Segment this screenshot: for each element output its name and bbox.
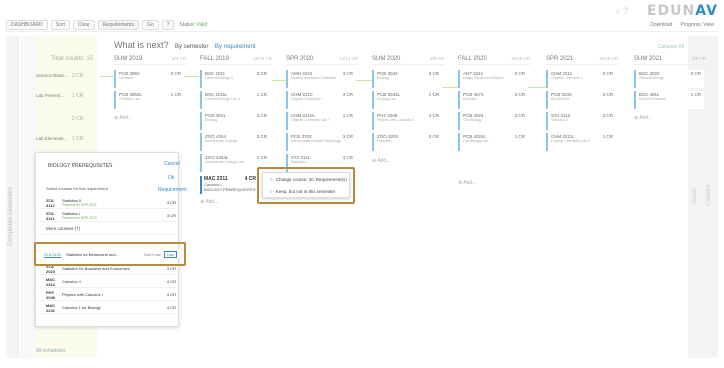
collapse-all-link[interactable]: Collapse All <box>658 44 684 50</box>
course-card[interactable]: PCB 3063 3 CR Genetics <box>114 70 184 88</box>
popup-course-row[interactable]: STA 3111 Statistics I Planned for SPR 202… <box>38 210 178 222</box>
add-course-button[interactable]: ⊕ Add... <box>200 199 218 205</box>
course-card[interactable]: AMH 2042 3 CR Modern American Civilization <box>286 70 356 88</box>
semester-header[interactable]: SPR 2021 16/15 CR <box>546 56 618 65</box>
course-card[interactable]: PCB 3041 3 CR Ecology <box>200 112 270 130</box>
course-card[interactable]: CHM 2210L 1 CR Organic Chemistry Lab I <box>286 112 356 130</box>
course-card[interactable]: PCB 3703 3 CR Intermediate Human Physiolog… <box>286 133 356 151</box>
app-logo: EDUNAV <box>646 3 718 19</box>
course-card[interactable]: BSC 3033 3 CR General Biology <box>634 70 704 88</box>
ok-button[interactable]: Ok <box>168 175 174 181</box>
course-card[interactable]: CHM 2211 3 CR Organic Chemistry II <box>546 70 616 88</box>
popup-course-row[interactable]: PHY 2048 Physics with Calculus I4 CR <box>38 289 178 301</box>
row-credits: 1 CR <box>72 136 84 142</box>
keep-course-menu-item[interactable]: ○ Keep, but not in this semester <box>263 185 349 197</box>
add-course-button[interactable]: ⊕ Add... <box>114 115 132 121</box>
course-card[interactable]: ZOO 4254 3 CR Invertebrate Zoology <box>200 133 270 151</box>
course-card[interactable]: PCB 3043L 1 CR Ecology Lab <box>372 91 442 109</box>
requirements-button[interactable]: Requirements <box>97 20 139 30</box>
course-card[interactable]: BSC 2011L 1 CR General Biology Lab II <box>200 91 270 109</box>
help-button[interactable]: ? <box>161 20 175 30</box>
course-card[interactable]: PCB 4674 3 CR Evolution <box>458 91 528 109</box>
go-button[interactable]: Go <box>141 20 159 30</box>
row-label: Science Basic... <box>36 73 69 78</box>
popup-course-row[interactable]: STA 3112 Statistics II Planned for SPR 20… <box>38 197 178 209</box>
row-credits: 2 CR <box>72 73 84 79</box>
popup-course-row[interactable]: MAC 2241 Calculus 1 for Biology 4 CR <box>38 302 178 314</box>
completed-semesters-label: Completed Semesters <box>8 186 14 246</box>
radio-icon: ○ <box>270 176 273 182</box>
goals-tab[interactable]: Goals <box>692 188 698 204</box>
add-course-button[interactable]: ⊕ Add... <box>372 158 390 164</box>
course-card[interactable]: PHY 2049 4 CR Physics with Calculus II <box>372 112 442 130</box>
use-button[interactable]: Use <box>163 250 177 258</box>
add-course-button[interactable]: ⊕ Add... <box>458 180 476 186</box>
status: Status: Valid <box>179 22 208 28</box>
download-link[interactable]: Download <box>650 22 672 28</box>
progress-link[interactable]: Progress: View <box>680 22 714 28</box>
toolbar: DASHBOARD Sort Clear Requirements Go ? S… <box>6 19 718 32</box>
careers-tab[interactable]: Careers <box>706 185 712 206</box>
semester-header[interactable]: FALL 2019 16/15 CR <box>200 56 272 65</box>
course-card[interactable]: PCB 4024L 1 CR Cell Biology Lab <box>458 133 528 151</box>
all-schedules-link[interactable]: All schedules <box>36 348 65 354</box>
popup-instructions: Select courses for this requirement <box>46 186 108 191</box>
course-card[interactable]: CHM 2211L 1 CR Organic Chemistry Lab II <box>546 133 616 151</box>
cancel-button[interactable]: Cancel <box>164 161 180 167</box>
dashboard-button[interactable]: DASHBOARD <box>6 20 48 30</box>
total-credits: Total credits: 15 <box>50 56 93 62</box>
course-card[interactable]: BSC 2011 3 CR General Biology II <box>200 70 270 88</box>
dont-use-button[interactable]: Don't use <box>144 252 161 257</box>
row-credits: 2 CR <box>72 116 84 122</box>
popup-title: BIOLOGY PREREQUISITES <box>48 163 113 169</box>
course-card-mac2311[interactable]: MAC 2311 4 CR Calculus I BIOLOGY PREREQUI… <box>200 176 256 194</box>
popup-course-row[interactable]: MAC 2312 Calculus II 4 CR <box>38 276 178 288</box>
row-label: Lab Elements... <box>36 136 68 141</box>
course-card[interactable]: PCB 4024 3 CR Cell Biology <box>458 112 528 130</box>
course-context-menu: ○ Change course: 3C Requirement(s) ○ Keep,… <box>262 172 350 198</box>
course-card[interactable]: ANT 3241 3 CR Magic, Ritual and Religion <box>458 70 528 88</box>
page-title: What is next? <box>114 40 169 50</box>
course-card[interactable]: ZOO 3203 3 CR Evolution <box>372 133 442 151</box>
change-course-menu-item[interactable]: ○ Change course: 3C Requirement(s) <box>263 173 349 185</box>
page-header: What is next? By semester By requirement <box>114 40 256 50</box>
row-credits: 1 CR <box>72 93 84 99</box>
semester-header[interactable]: FALL 2020 16/15 CR <box>458 56 530 65</box>
row-label: Lab Present... <box>36 93 65 98</box>
sort-button[interactable]: Sort <box>50 20 70 30</box>
radio-icon: ○ <box>270 188 273 194</box>
tab-by-semester[interactable]: By semester <box>175 44 208 50</box>
course-card[interactable]: PCB 3043 3 CR Ecology <box>372 70 442 88</box>
course-card[interactable]: BSC 4911 1 CR Honors Research <box>634 91 704 109</box>
clear-button[interactable]: Clear <box>72 20 95 30</box>
left-sidebar[interactable]: Completed Semesters <box>6 36 18 358</box>
course-card[interactable]: PCB 3063L 1 CR Genetics Lab <box>114 91 184 109</box>
highlighted-course-row[interactable]: STA 2122 Statistics for Behavioral and..… <box>38 249 180 259</box>
app-root: ⌕ ? EDUNAV DASHBOARD Sort Clear Requirem… <box>0 0 724 368</box>
top-bar: ⌕ ? EDUNAV <box>0 0 724 19</box>
course-code-link[interactable]: STA 2122 <box>38 252 66 257</box>
left-column <box>18 36 36 358</box>
course-card[interactable]: ZOO 4254L 1 CR Invertebrate Zoology Lab <box>200 154 270 172</box>
requirement-button[interactable]: Requirement <box>158 187 187 193</box>
semester-header[interactable]: SUM 2019 8/4 CR <box>114 56 186 65</box>
add-course-button[interactable]: ⊕ Add... <box>634 115 652 121</box>
course-card[interactable]: CHM 2210 3 CR Organic Chemistry I <box>286 91 356 109</box>
tab-by-requirement[interactable]: By requirement <box>215 44 256 50</box>
semester-header[interactable]: SUM 2021 8/5 CR <box>634 56 706 65</box>
course-card[interactable]: STA 3112 3 CR Statistics II <box>546 112 616 130</box>
course-card[interactable]: STA 3111 3 CR Statistics I <box>286 154 356 172</box>
course-card[interactable]: PCB 3233 3 CR Bio Elective <box>546 91 616 109</box>
semester-header[interactable]: SPR 2020 14/14 CR <box>286 56 358 65</box>
search-icon[interactable]: ⌕ ? <box>615 6 628 17</box>
semester-header[interactable]: SUM 2020 8/5 CR <box>372 56 444 65</box>
requirement-popup: BIOLOGY PREREQUISITES Cancel Ok Requirem… <box>35 152 187 327</box>
more-courses-label: More courses (7) <box>38 223 178 235</box>
popup-course-row[interactable]: STA 2023 Statistics for Business and Econ… <box>38 263 178 275</box>
